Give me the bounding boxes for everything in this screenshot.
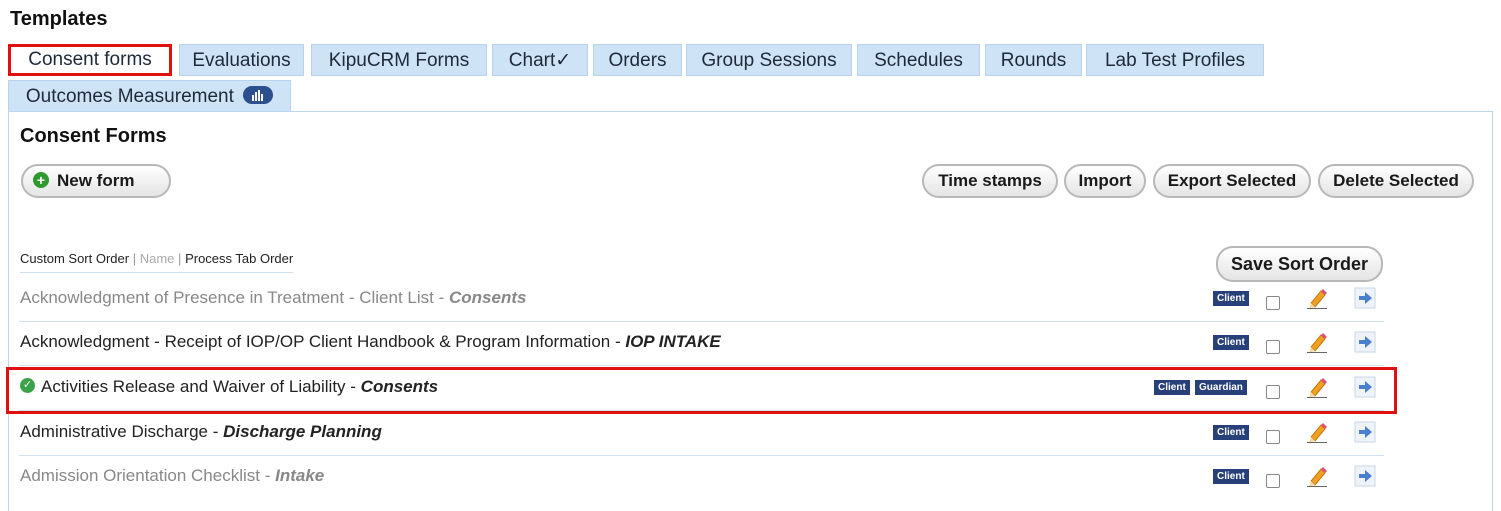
form-name: Administrative Discharge [20,422,209,441]
tab-kipucrm-forms[interactable]: KipuCRM Forms [311,44,487,76]
form-name: Acknowledgment of Presence in Treatment … [20,288,434,307]
new-form-label: New form [57,171,135,190]
form-category: Discharge Planning [223,422,382,441]
page-title: Templates [10,8,108,30]
form-category: Consents [360,377,439,396]
client-badge: Client [1213,335,1249,350]
name-separator: - [610,332,626,351]
arrow-right-icon[interactable] [1354,331,1376,358]
table-row: Administrative Discharge - Discharge Pla… [19,412,1384,456]
arrow-right-icon[interactable] [1354,287,1376,314]
form-name: Activities Release and Waiver of Liabili… [41,377,346,396]
table-row: Acknowledgment of Presence in Treatment … [19,278,1384,322]
new-form-button[interactable]: + New form [21,164,171,198]
row-select-checkbox[interactable] [1266,474,1280,488]
sort-separator: | [132,251,137,266]
arrow-right-icon[interactable] [1354,421,1376,448]
form-category: IOP INTAKE [625,332,721,351]
tab-outcomes-label: Outcomes Measurement [25,86,234,107]
form-category: Intake [275,466,325,485]
pencil-icon[interactable] [1307,331,1327,358]
save-sort-order-button[interactable]: Save Sort Order [1216,246,1383,282]
client-badge: Client [1213,291,1249,306]
name-separator: - [208,422,224,441]
export-selected-button[interactable]: Export Selected [1153,164,1311,198]
table-row: ✓ Activities Release and Waiver of Liabil… [19,367,1384,411]
tab-chart[interactable]: Chart✓ [492,44,588,76]
pencil-icon[interactable] [1307,287,1327,314]
tab-schedules[interactable]: Schedules [857,44,980,76]
form-name-link[interactable]: ✓ Activities Release and Waiver of Liabil… [20,377,438,397]
time-stamps-button[interactable]: Time stamps [922,164,1058,198]
tab-outcomes-measurement[interactable]: Outcomes Measurement [8,80,291,112]
pencil-icon[interactable] [1307,465,1327,492]
sort-options: Custom Sort Order | Name | Process Tab O… [20,251,294,273]
guardian-badge: Guardian [1195,380,1247,395]
consent-forms-panel: Consent Forms + New form Time stamps Impo… [8,111,1493,511]
tab-lab-test-profiles[interactable]: Lab Test Profiles [1086,44,1264,76]
client-badge: Client [1213,469,1249,484]
arrow-right-icon[interactable] [1354,376,1376,403]
import-button[interactable]: Import [1064,164,1146,198]
row-select-checkbox[interactable] [1266,296,1280,310]
tab-group-sessions[interactable]: Group Sessions [686,44,852,76]
name-separator: - [433,288,449,307]
arrow-right-icon[interactable] [1354,465,1376,492]
tab-consent-forms[interactable]: Consent forms [8,44,172,76]
form-name-link[interactable]: Acknowledgment - Receipt of IOP/OP Clien… [20,332,721,352]
tab-orders[interactable]: Orders [593,44,682,76]
row-select-checkbox[interactable] [1266,340,1280,354]
process-tab-order-link[interactable]: Process Tab Order [185,251,293,266]
pencil-icon[interactable] [1307,376,1327,403]
tab-rounds[interactable]: Rounds [985,44,1082,76]
tab-evaluations[interactable]: Evaluations [179,44,304,76]
table-row: Acknowledgment - Receipt of IOP/OP Clien… [19,322,1384,366]
form-name: Acknowledgment - Receipt of IOP/OP Clien… [20,332,611,351]
client-badge: Client [1154,380,1190,395]
form-name-link[interactable]: Acknowledgment of Presence in Treatment … [20,288,526,308]
table-row: Admission Orientation Checklist - Intake… [19,456,1384,500]
pencil-icon[interactable] [1307,421,1327,448]
name-sort-link[interactable]: Name [140,251,175,266]
client-badge: Client [1213,425,1249,440]
form-name: Admission Orientation Checklist [20,466,260,485]
form-name-link[interactable]: Administrative Discharge - Discharge Pla… [20,422,382,442]
row-select-checkbox[interactable] [1266,430,1280,444]
section-title: Consent Forms [20,125,167,147]
custom-sort-order-link[interactable]: Custom Sort Order [20,251,129,266]
form-name-link[interactable]: Admission Orientation Checklist - Intake [20,466,324,486]
name-separator: - [345,377,361,396]
name-separator: - [259,466,276,485]
form-category: Consents [448,288,527,307]
bar-chart-icon [243,85,274,104]
delete-selected-button[interactable]: Delete Selected [1318,164,1474,198]
plus-icon: + [33,171,49,188]
sort-separator: | [178,251,182,266]
row-select-checkbox[interactable] [1266,385,1280,399]
check-circle-icon: ✓ [20,378,35,394]
